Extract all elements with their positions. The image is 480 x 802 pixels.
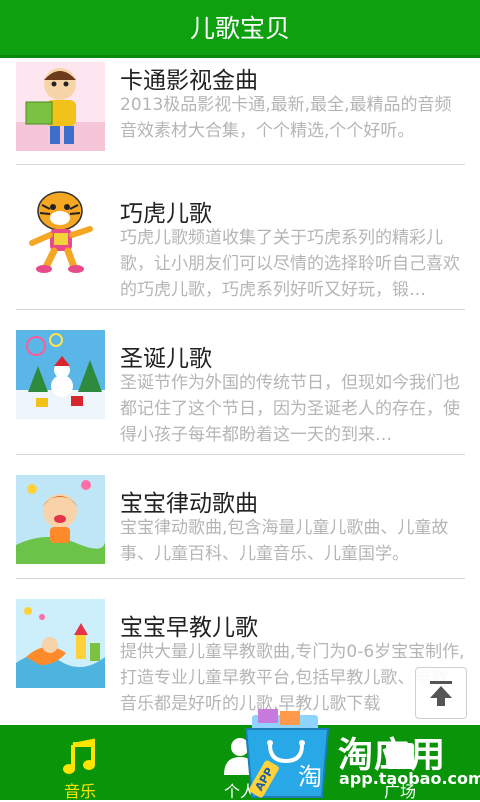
christmas-thumbnail (16, 330, 105, 419)
list-item[interactable]: 卡通影视金曲 2013极品影视卡通,最新,最全,最精品的音频音效素材大合集，个个… (0, 58, 480, 165)
taobao-app-watermark: APP 淘 淘应用 app.taobao.com (240, 705, 480, 800)
list-item[interactable]: 巧虎儿歌 巧虎儿歌频道收集了关于巧虎系列的精彩儿歌，让小朋友们可以尽情的选择聆听… (0, 165, 480, 310)
list-item[interactable]: 宝宝早教儿歌 提供大量儿童早教歌曲,专门为0-6岁宝宝制作,打造专业儿童早教平台… (0, 579, 480, 725)
dancing-kid-thumbnail (16, 475, 105, 564)
song-category-list[interactable]: 卡通影视金曲 2013极品影视卡通,最新,最全,最精品的音频音效素材大合集，个个… (0, 58, 480, 725)
item-description: 圣诞节作为外国的传统节日，但现如今我们也都记住了这个节日，因为圣诞老人的存在，使… (120, 373, 460, 445)
app-title: 儿歌宝贝 (189, 14, 290, 43)
item-title: 圣诞儿歌 (120, 346, 212, 372)
item-description: 宝宝律动歌曲,包含海量儿童儿歌曲、儿童故事、儿童百科、儿童音乐、儿童国学。 (120, 518, 449, 564)
item-title: 卡通影视金曲 (120, 68, 258, 94)
shopping-bag-icon: APP 淘 (244, 709, 330, 798)
cartoon-thumbnail (16, 62, 105, 151)
item-description: 2013极品影视卡通,最新,最全,最精品的音频音效素材大合集，个个精选,个个好听… (120, 95, 452, 141)
tiger-thumbnail (16, 185, 105, 274)
item-description: 巧虎儿歌频道收集了关于巧虎系列的精彩儿歌，让小朋友们可以尽情的选择聆听自己喜欢的… (120, 228, 460, 300)
tab-label: 音乐 (63, 782, 96, 801)
watermark-url: app.taobao.com (339, 769, 480, 788)
title-bar: 儿歌宝贝 (0, 0, 480, 58)
list-item[interactable]: 圣诞儿歌 圣诞节作为外国的传统节日，但现如今我们也都记住了这个节日，因为圣诞老人… (0, 310, 480, 455)
early-education-thumbnail (16, 599, 105, 688)
tab-music[interactable]: 音乐 (0, 725, 160, 801)
music-note-icon (63, 738, 95, 774)
item-title: 宝宝律动歌曲 (120, 491, 258, 517)
bag-character: 淘 (298, 763, 322, 791)
item-title: 宝宝早教儿歌 (120, 615, 258, 641)
item-title: 巧虎儿歌 (120, 201, 212, 227)
list-item[interactable]: 宝宝律动歌曲 宝宝律动歌曲 宝宝律动歌曲,包含海量儿童儿歌曲、儿童故事、儿童百科… (0, 455, 480, 579)
